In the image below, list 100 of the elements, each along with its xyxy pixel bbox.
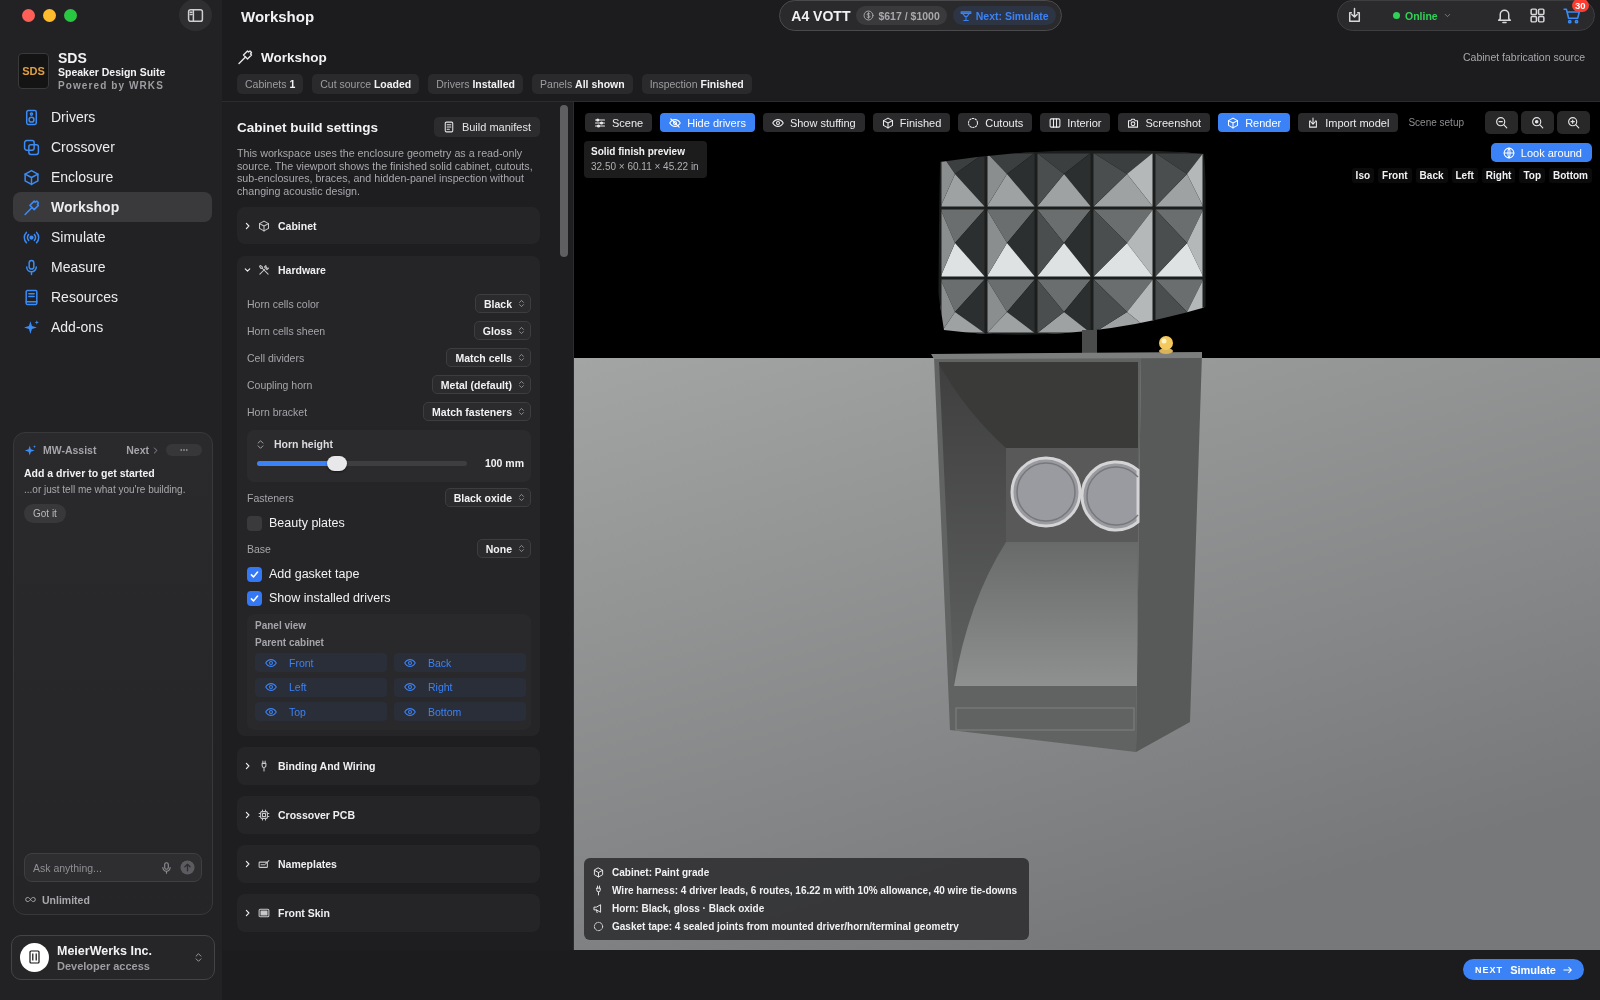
field-label: Base bbox=[247, 542, 271, 555]
download-icon[interactable] bbox=[1346, 7, 1363, 24]
nav-item[interactable]: Workshop bbox=[13, 192, 212, 222]
dropdown[interactable]: Match cells bbox=[446, 348, 531, 368]
info-chip: Cabinets 1 bbox=[237, 74, 304, 94]
checkbox-label: Show installed drivers bbox=[269, 591, 391, 606]
dismiss-button[interactable]: Got it bbox=[24, 504, 66, 523]
chevron-up-down-icon bbox=[517, 352, 526, 364]
window-title: Workshop bbox=[241, 7, 315, 25]
panel-toggle[interactable]: Back bbox=[394, 653, 526, 673]
powered-by-text: Powered by WRKS bbox=[58, 79, 165, 92]
toolbar-toggle[interactable]: Render bbox=[1218, 113, 1291, 132]
tools-icon bbox=[258, 264, 270, 277]
preview-dimensions: 32.50 × 60.11 × 45.22 in bbox=[591, 161, 699, 172]
next-tip-button[interactable]: Next bbox=[126, 444, 160, 456]
sidebar-toggle-button[interactable] bbox=[179, 0, 212, 31]
toolbar-toggle[interactable]: Scene bbox=[585, 113, 653, 132]
chevron-up-down-icon bbox=[517, 379, 526, 391]
panel-toggle[interactable]: Left bbox=[255, 677, 387, 697]
status-dropdown[interactable]: Online bbox=[1387, 6, 1458, 25]
cube-icon bbox=[23, 168, 40, 186]
hammer-icon bbox=[23, 198, 40, 216]
dropdown[interactable]: Match fasteners bbox=[423, 402, 531, 422]
account-switcher[interactable]: MeierWerks Inc. Developer access bbox=[11, 935, 215, 980]
budget-amount: $617 / $1000 bbox=[878, 9, 940, 22]
panel-toggle[interactable]: Bottom bbox=[394, 702, 526, 722]
section-header[interactable]: Front Skin bbox=[237, 894, 540, 933]
nav-item[interactable]: Resources bbox=[13, 282, 212, 312]
chevron-right-icon bbox=[151, 445, 160, 455]
preview-title: Solid finish preview bbox=[591, 146, 686, 157]
view-button[interactable]: Left bbox=[1451, 168, 1478, 183]
toolbar-toggle[interactable]: Show stuffing bbox=[762, 113, 865, 132]
panel-toggle[interactable]: Top bbox=[255, 702, 387, 722]
sidebar-icon bbox=[187, 6, 204, 24]
checkbox-label: Beauty plates bbox=[269, 516, 345, 531]
build-manifest-button[interactable]: Build manifest bbox=[433, 117, 540, 137]
nav-item[interactable]: Drivers bbox=[13, 102, 212, 132]
sparkle-icon bbox=[24, 443, 37, 457]
view-button[interactable]: Iso bbox=[1351, 168, 1375, 183]
panel-view-title: Panel view bbox=[255, 620, 307, 632]
check-icon bbox=[249, 592, 260, 604]
look-around-button[interactable]: Look around bbox=[1490, 143, 1592, 162]
zoom-out-button[interactable] bbox=[1485, 111, 1518, 134]
nav-item[interactable]: Simulate bbox=[13, 222, 212, 252]
company-logo-icon bbox=[20, 943, 49, 972]
dropdown[interactable]: None bbox=[476, 539, 531, 559]
zoom-in-button[interactable] bbox=[1557, 111, 1590, 134]
nav-item[interactable]: Enclosure bbox=[13, 162, 212, 192]
nav-item[interactable]: Measure bbox=[13, 252, 212, 282]
toolbar-toggle[interactable]: Import model bbox=[1298, 113, 1399, 132]
view-button[interactable]: Right bbox=[1481, 168, 1516, 183]
view-button[interactable]: Bottom bbox=[1549, 168, 1592, 183]
dropdown[interactable]: Black bbox=[474, 294, 531, 314]
next-button[interactable]: NEXT Simulate bbox=[1463, 959, 1584, 980]
section-header[interactable]: Hardware bbox=[237, 256, 540, 285]
nav-item[interactable]: Crossover bbox=[13, 132, 212, 162]
microphone-icon bbox=[23, 258, 40, 276]
view-button[interactable]: Back bbox=[1415, 168, 1448, 183]
assistant-name: MW-Assist bbox=[43, 444, 97, 456]
toolbar-toggle[interactable]: Screenshot bbox=[1118, 113, 1211, 132]
section-header[interactable]: Binding And Wiring bbox=[237, 747, 540, 786]
summary-line: Wire harness: 4 driver leads, 6 routes, 16.22 m with 10% allowance, 40 wire tie-downs bbox=[612, 884, 1018, 896]
bell-icon[interactable] bbox=[1496, 7, 1513, 24]
checkbox[interactable] bbox=[247, 590, 262, 606]
panel-toggle[interactable]: Right bbox=[394, 677, 526, 697]
maximize-window-button[interactable] bbox=[64, 9, 77, 22]
checkbox[interactable] bbox=[247, 566, 262, 582]
chevron-up-down-icon bbox=[517, 543, 526, 555]
minimize-window-button[interactable] bbox=[43, 9, 56, 22]
toolbar-toggle[interactable]: Interior bbox=[1040, 113, 1111, 132]
dropdown[interactable]: Gloss bbox=[473, 321, 531, 341]
slider-thumb[interactable] bbox=[326, 455, 347, 471]
toolbar-toggle[interactable]: Finished bbox=[872, 113, 951, 132]
scrollbar-thumb[interactable] bbox=[560, 105, 568, 257]
view-button[interactable]: Front bbox=[1378, 168, 1412, 183]
overlapping-squares-icon bbox=[23, 138, 40, 156]
section-header[interactable]: Nameplates bbox=[237, 845, 540, 884]
microphone-icon[interactable] bbox=[160, 860, 173, 875]
info-chip: Drivers Installed bbox=[428, 74, 524, 94]
dropdown[interactable]: Metal (default) bbox=[431, 375, 531, 395]
dropdown[interactable]: Black oxide bbox=[444, 488, 531, 508]
field-label: Horn cells color bbox=[247, 297, 320, 310]
section-header[interactable]: Cabinet bbox=[237, 207, 540, 245]
app-subtitle: Speaker Design Suite bbox=[58, 66, 166, 79]
nav-item[interactable]: Add-ons bbox=[13, 312, 212, 342]
summary-line: Gasket tape: 4 sealed joints from mounted driver/horn/terminal geometry bbox=[612, 920, 959, 932]
grid-icon[interactable] bbox=[1529, 7, 1546, 24]
info-chip: Inspection Finished bbox=[641, 74, 752, 94]
view-button[interactable]: Top bbox=[1519, 168, 1545, 183]
dollar-circle-icon bbox=[863, 10, 875, 21]
panel-toggle[interactable]: Front bbox=[255, 653, 387, 673]
dashed-circle-icon bbox=[967, 116, 980, 129]
cube-icon bbox=[1227, 116, 1240, 129]
section-header[interactable]: Crossover PCB bbox=[237, 796, 540, 835]
chat-input[interactable]: Ask anything... bbox=[24, 853, 202, 882]
toolbar-toggle[interactable]: Hide drivers bbox=[660, 113, 755, 132]
camera-icon bbox=[1127, 116, 1140, 129]
close-window-button[interactable] bbox=[22, 9, 35, 22]
toolbar-toggle[interactable]: Cutouts bbox=[958, 113, 1033, 132]
zoom-fit-button[interactable] bbox=[1521, 111, 1554, 134]
